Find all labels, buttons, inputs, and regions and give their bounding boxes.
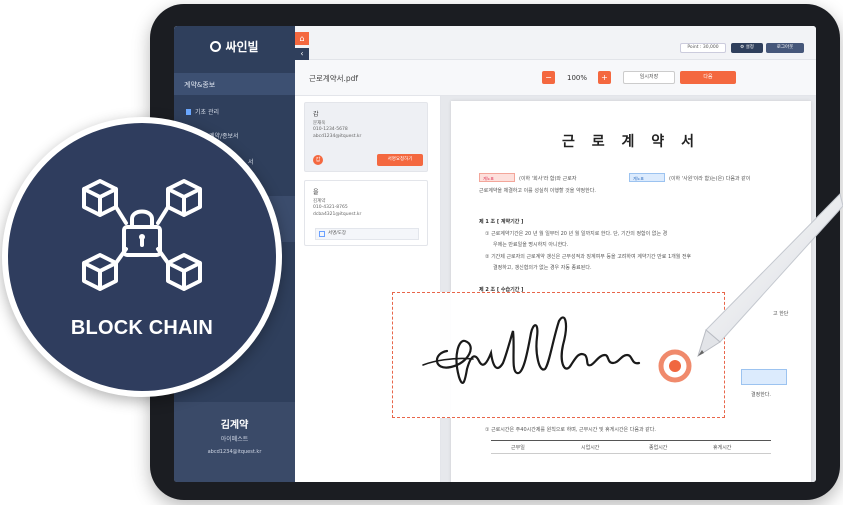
table-header: 시업시간: [581, 445, 600, 451]
table-header: 근무일: [511, 445, 525, 451]
blockchain-lock-icon: [82, 179, 202, 291]
edit-icon: [319, 231, 325, 237]
settings-button[interactable]: ⚙ 설정: [731, 43, 763, 53]
next-button[interactable]: 다음: [680, 71, 736, 84]
request-sign-button[interactable]: 서명요청하기: [377, 154, 423, 166]
doc-text: 결정한다.: [751, 392, 771, 398]
signer-email: dcba4321@itquest.kr: [313, 212, 362, 217]
sidebar-user-card: 김계약 아이폐스트 abcd1234@itquest.kr: [174, 402, 295, 482]
signer-phone: 010-4321-8765: [313, 205, 348, 210]
logout-button[interactable]: 로그아웃: [766, 43, 804, 53]
user-name: 김계약: [220, 420, 249, 431]
zoom-level: 100%: [567, 74, 588, 82]
home-icon[interactable]: ⌂: [295, 32, 309, 45]
signer-card-gap[interactable]: 갑 문재욱 010-1234-5678 abcd1234@itquest.kr …: [304, 102, 428, 172]
sidebar-item-label: 기초 관리: [195, 109, 219, 116]
collapse-sidebar-button[interactable]: ‹: [295, 48, 309, 60]
add-signature-label: 서명/도장: [328, 231, 347, 236]
signer-panel: 갑 문재욱 010-1234-5678 abcd1234@itquest.kr …: [295, 96, 441, 482]
temp-save-button[interactable]: 임시저장: [623, 71, 675, 84]
signer-phone: 010-1234-5678: [313, 127, 348, 132]
table-header: 종업시간: [649, 445, 668, 451]
signer-name: 김계약: [313, 199, 326, 204]
sidebar-section-contract[interactable]: 계약&종보: [174, 73, 295, 95]
doc-text: 결정하고, 갱신협의가 없는 경우 자동 종료된다.: [493, 265, 592, 271]
blockchain-badge: BLOCK CHAIN: [2, 117, 282, 397]
signer-badge: 갑: [313, 155, 323, 165]
zoom-out-button[interactable]: −: [542, 71, 555, 84]
doc-text: (이하 '회사'라 함)와 근로자: [519, 176, 577, 182]
user-email: abcd1234@itquest.kr: [207, 449, 262, 455]
logo-icon: [210, 41, 222, 52]
doc-text: ① 근로시간은 주40시간제를 원칙으로 하며, 근무시간 및 휴게시간은 다음…: [485, 427, 656, 433]
stylus-pen-icon: [697, 193, 843, 358]
signer-email: abcd1234@itquest.kr: [313, 134, 362, 139]
document-file-name: 근로계약서.pdf: [309, 74, 359, 83]
user-company: 아이폐스트: [220, 436, 249, 443]
signer-name: 문재욱: [313, 121, 326, 126]
signer-role: 갑: [313, 111, 319, 118]
top-bar: Point : 30,000 ⚙ 설정 로그아웃: [295, 26, 816, 60]
signer-card-eul[interactable]: 을 김계약 010-4321-8765 dcba4321@itquest.kr …: [304, 180, 428, 246]
blockchain-label: BLOCK CHAIN: [70, 317, 214, 339]
app-logo[interactable]: 싸인빌: [174, 38, 295, 55]
logo-text: 싸인빌: [225, 40, 259, 54]
section-title: 제 1 조 [ 계약기간 ]: [479, 219, 524, 225]
document-toolbar: 근로계약서.pdf − 100% + 임시저장 다음: [295, 60, 816, 96]
table-header: 휴게시간: [713, 445, 732, 451]
signer-role: 을: [313, 189, 319, 196]
document-icon: [186, 109, 191, 115]
document-title: 근 로 계 약 서: [562, 134, 700, 150]
doc-text: 근로계약을 체결하고 이를 성실히 이행할 것을 약정한다.: [479, 188, 596, 194]
doc-text: 우에는 만료일을 명시하지 아니한다.: [493, 242, 569, 248]
field-gap[interactable]: 계노표: [479, 173, 515, 182]
point-balance: Point : 30,000: [680, 43, 726, 53]
work-hours-table-header: 근무일 시업시간 종업시간 휴게시간: [491, 440, 771, 454]
sidebar-item-label: 서: [248, 159, 254, 166]
add-signature-button[interactable]: 서명/도장: [315, 228, 419, 240]
sidebar-item-basic-manage[interactable]: 기초 관리: [174, 100, 295, 122]
zoom-in-button[interactable]: +: [598, 71, 611, 84]
